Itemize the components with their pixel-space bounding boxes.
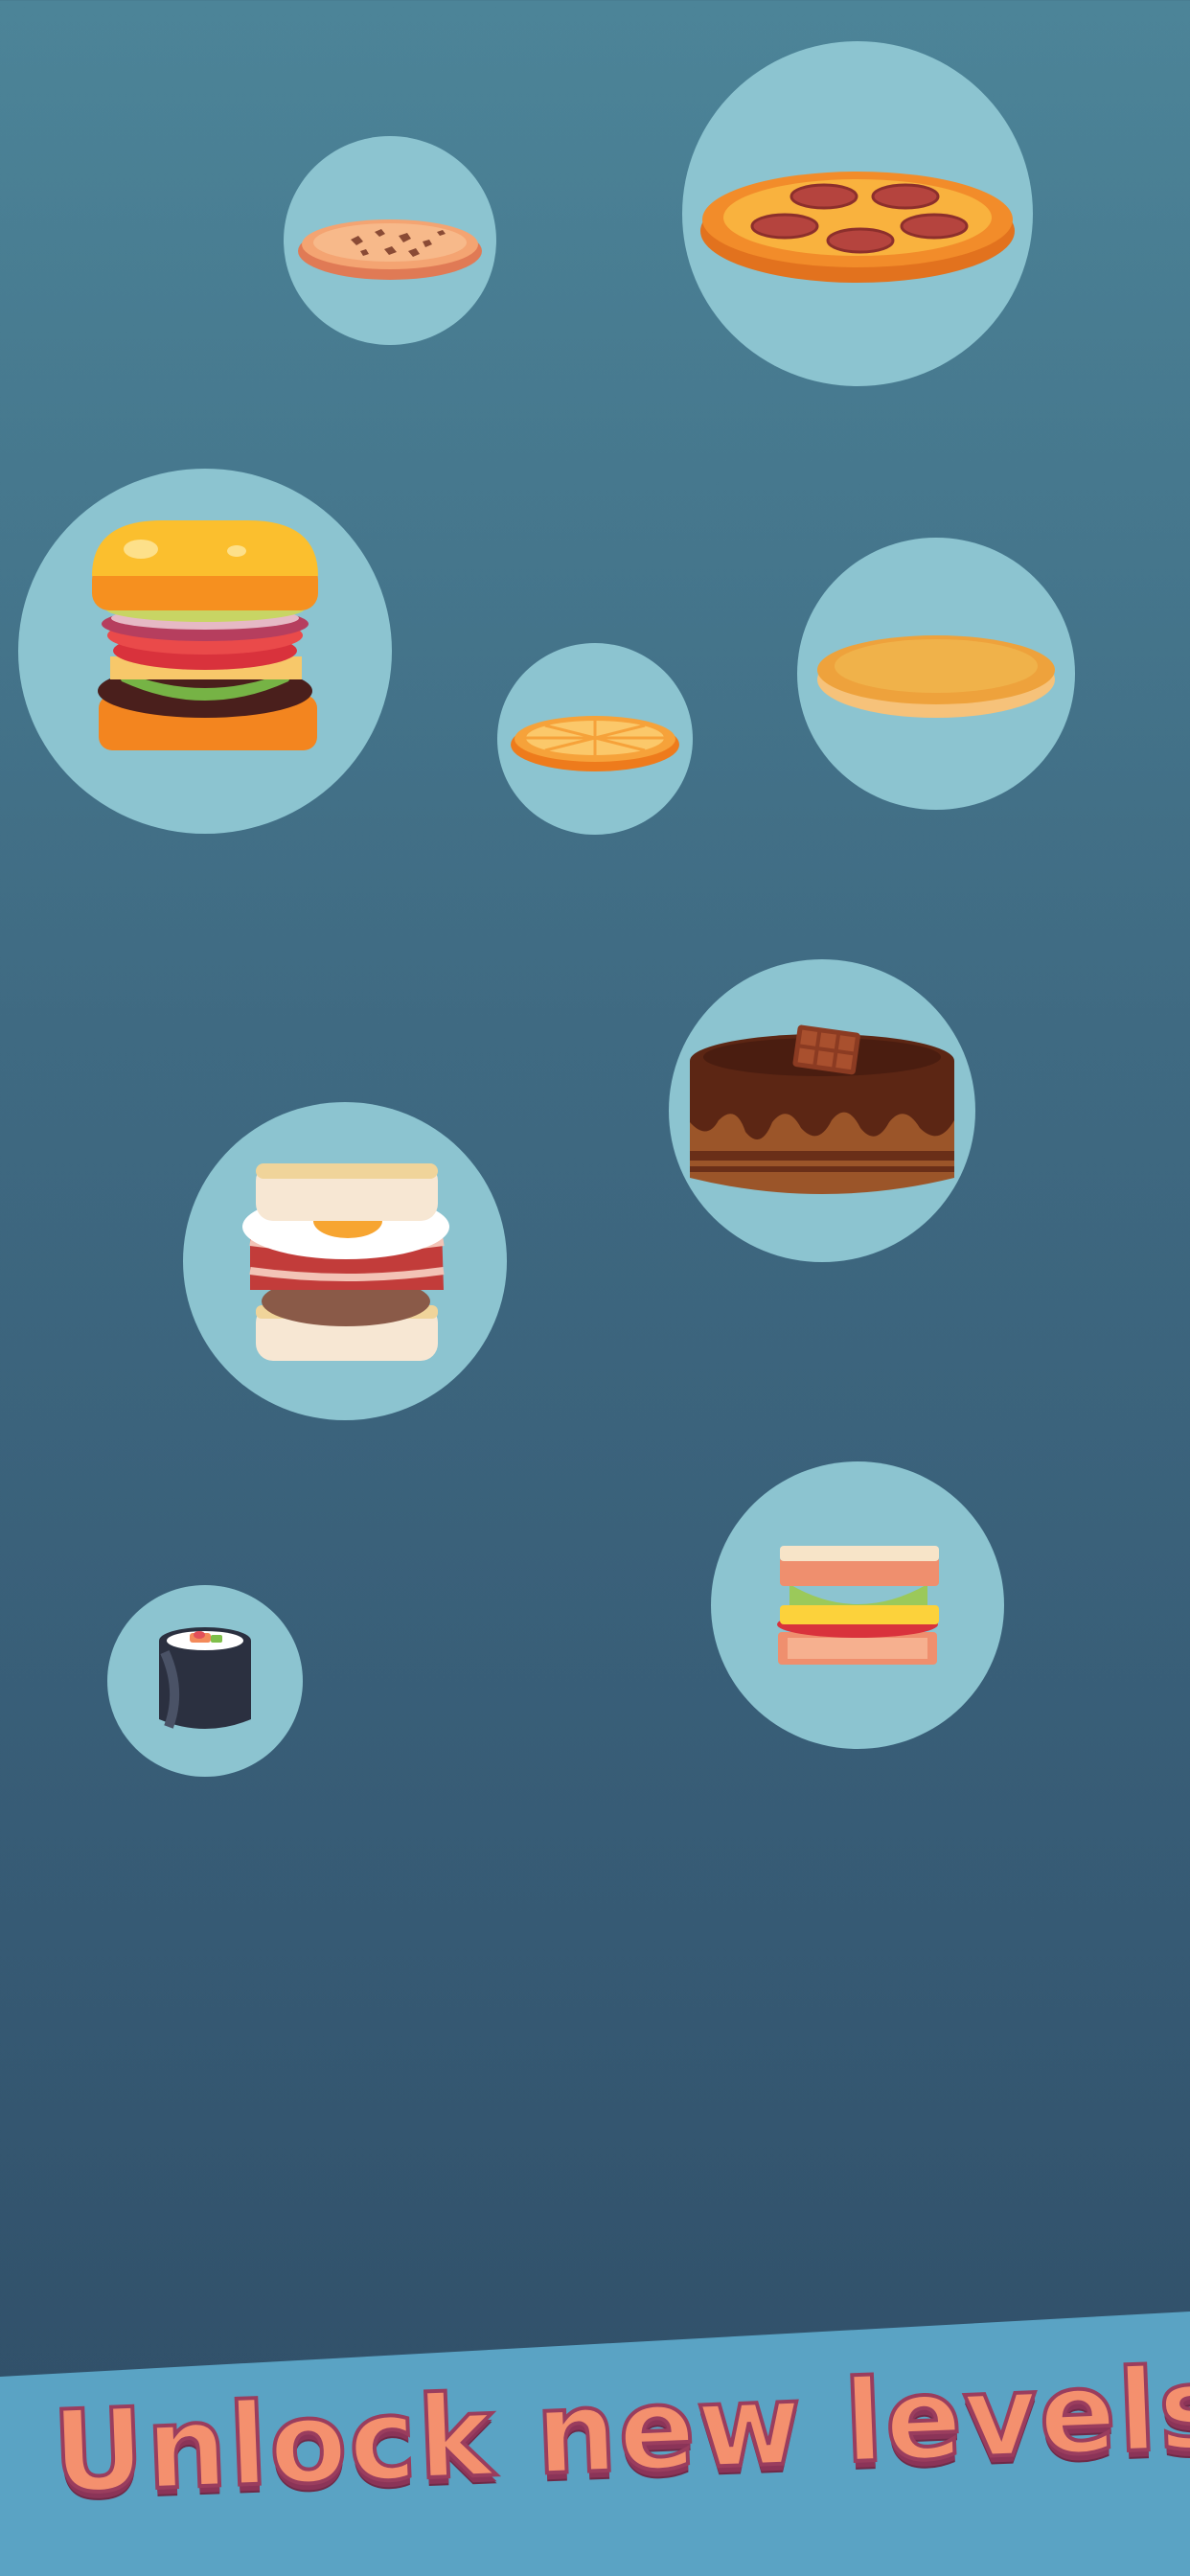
banner-background: [0, 2312, 1190, 2576]
level-bubble-burger[interactable]: [18, 469, 392, 834]
club-sandwich-icon: [777, 1546, 939, 1665]
level-bubble-pancake[interactable]: [797, 538, 1075, 810]
banner-title: Unlock new levels: [48, 2339, 1190, 2520]
pancake-icon: [817, 635, 1055, 718]
level-bubble-sushi[interactable]: [107, 1585, 303, 1777]
cookie-pizza-icon: [298, 219, 482, 280]
unlock-banner: [0, 0, 1190, 2576]
level-bubble-cookie[interactable]: [284, 136, 496, 345]
level-bubble-pepperoni-pizza[interactable]: [682, 41, 1033, 386]
level-bubble-breakfast-sandwich[interactable]: [183, 1102, 507, 1420]
level-bubble-orange[interactable]: [497, 643, 693, 835]
pepperoni-pizza-icon: [700, 172, 1015, 283]
level-bubble-club-sandwich[interactable]: [711, 1461, 1004, 1749]
chocolate-cake-icon: [690, 1024, 954, 1194]
orange-slice-icon: [511, 716, 679, 771]
level-bubble-chocolate-cake[interactable]: [669, 959, 975, 1262]
breakfast-sandwich-icon: [242, 1163, 449, 1361]
burger-icon: [92, 520, 318, 750]
sushi-roll-icon: [159, 1627, 251, 1729]
